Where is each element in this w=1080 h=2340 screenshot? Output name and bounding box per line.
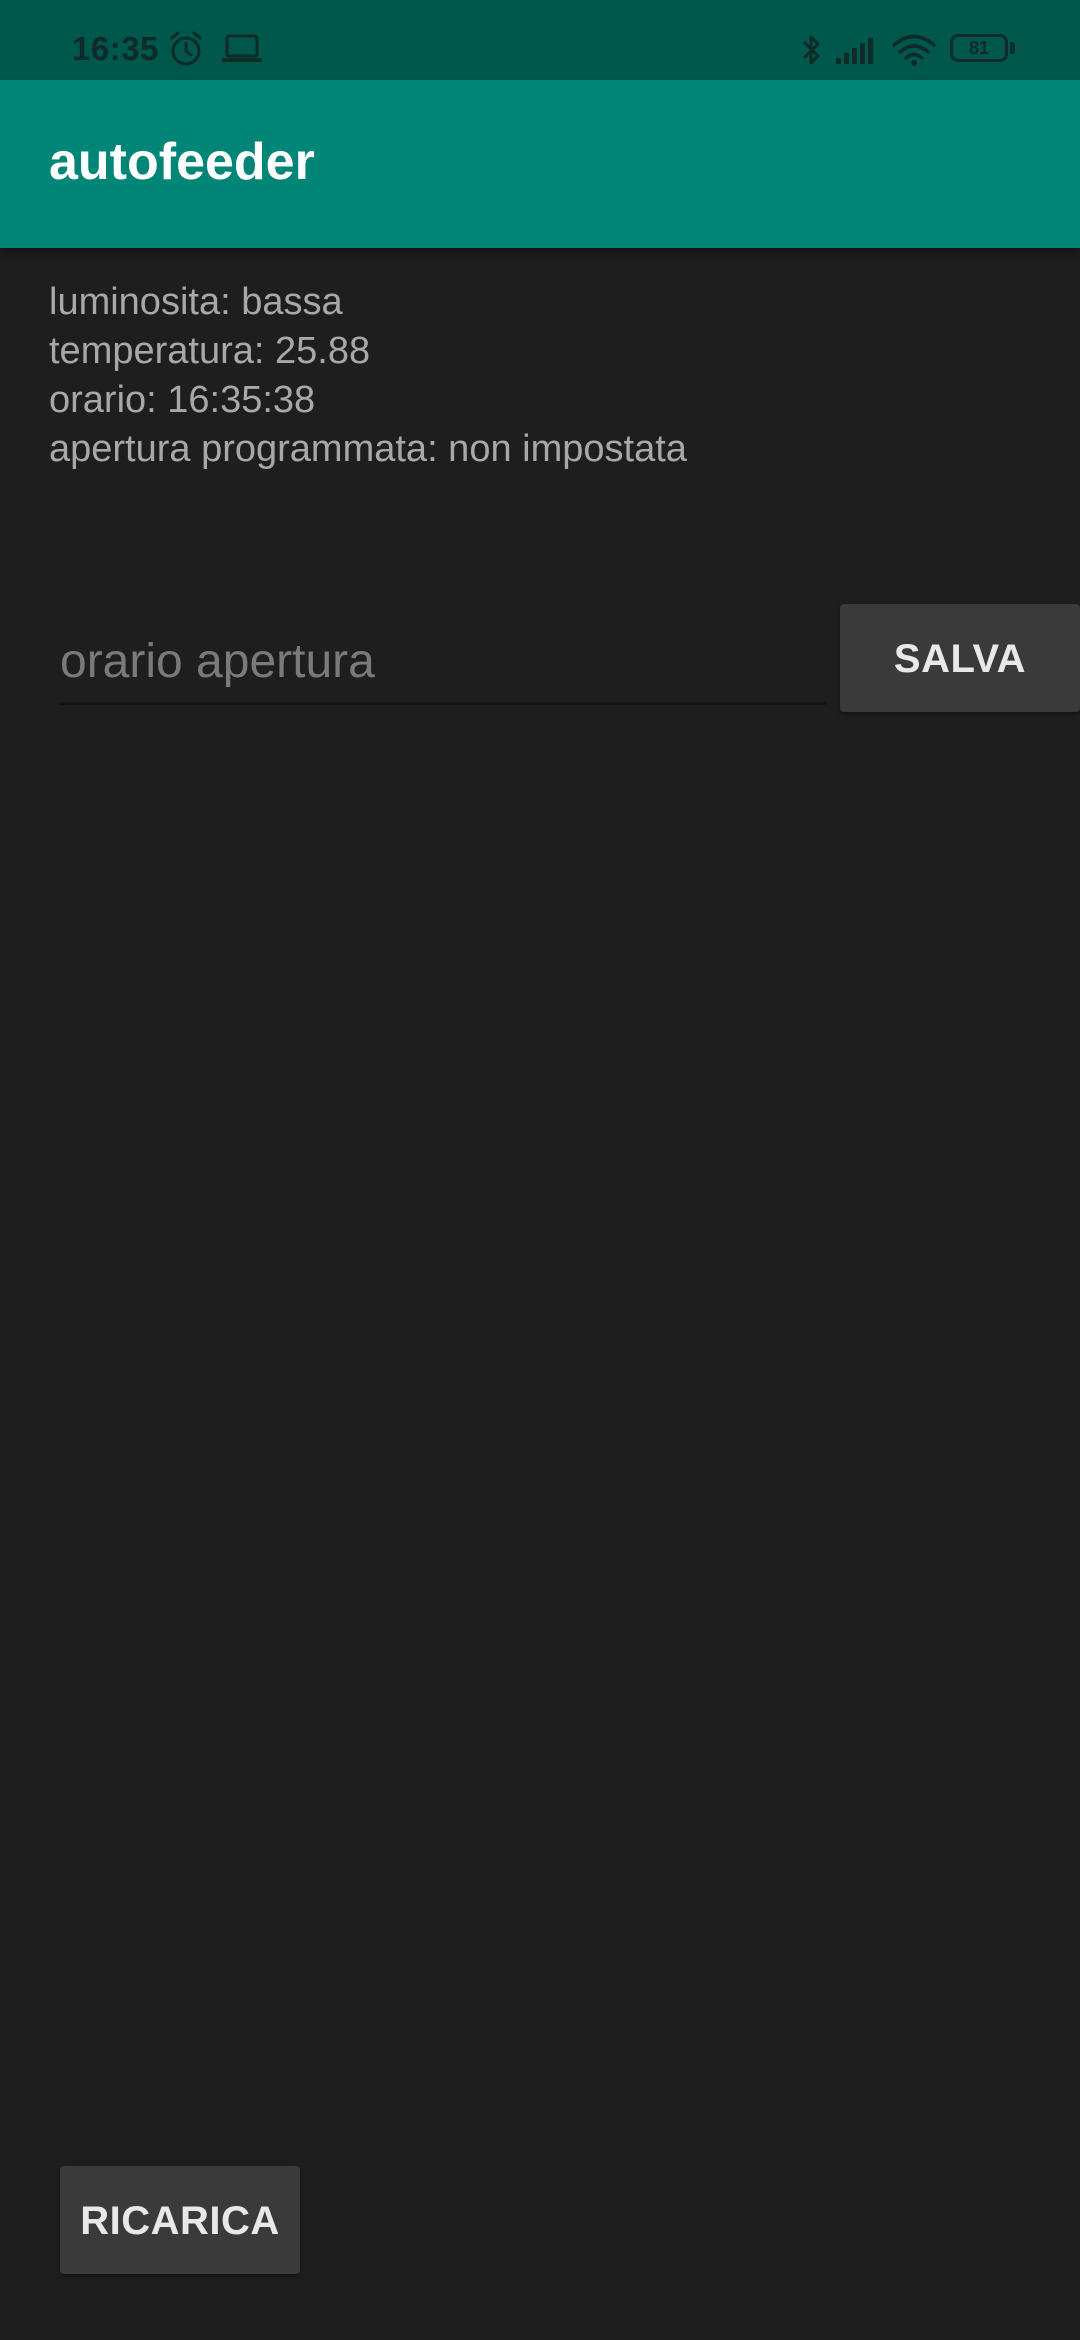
time-text: orario: 16:35:38 — [49, 379, 316, 421]
alarm-icon — [168, 30, 204, 73]
signal-icon — [836, 36, 878, 71]
battery-icon: 81 — [950, 34, 1008, 62]
app-title: autofeeder — [49, 133, 315, 191]
laptop-icon — [222, 34, 262, 69]
opening-time-field-wrap — [60, 620, 826, 708]
wifi-icon — [892, 34, 936, 71]
brightness-text: luminosita: bassa — [49, 281, 343, 323]
save-button[interactable]: SALVA — [840, 604, 1080, 712]
temperature-text: temperatura: 25.88 — [49, 330, 371, 372]
app-screen: 16:35 81 autofeeder luminosita: bassa te… — [0, 0, 1080, 2340]
opening-time-input[interactable] — [60, 620, 826, 705]
battery-tip — [1010, 42, 1015, 54]
status-bar: 16:35 81 — [0, 0, 1080, 80]
sensor-info: luminosita: bassa temperatura: 25.88 ora… — [49, 278, 687, 474]
status-time: 16:35 — [72, 30, 159, 67]
reload-button[interactable]: RICARICA — [60, 2166, 300, 2274]
scheduled-opening-text: apertura programmata: non impostata — [49, 428, 687, 470]
bluetooth-icon — [800, 32, 824, 73]
app-bar: autofeeder — [0, 80, 1080, 248]
